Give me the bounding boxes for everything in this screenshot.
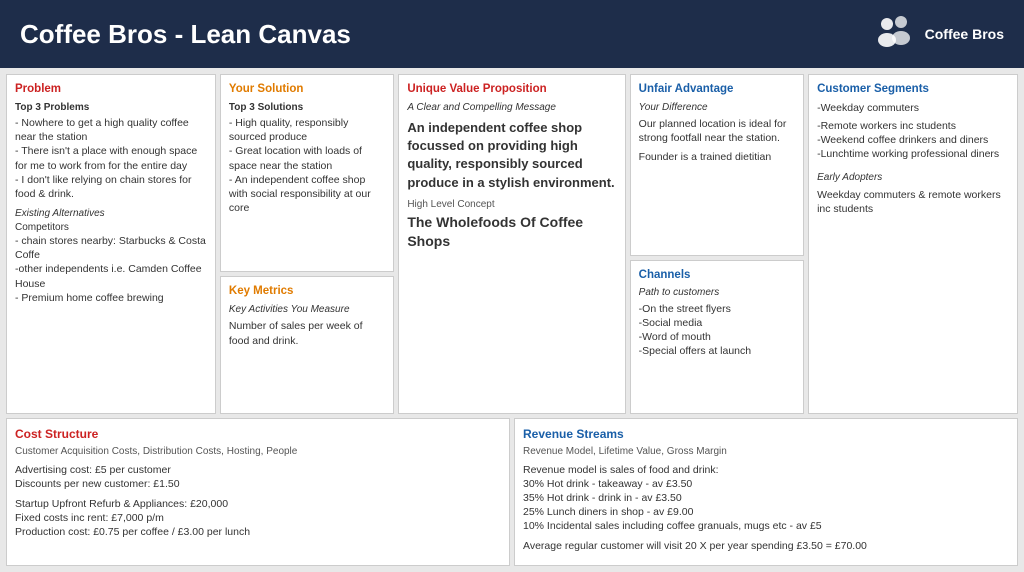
cost-line5: Fixed costs inc rent: £7,000 p/m [15, 511, 501, 525]
logo-text: Coffee Bros [925, 26, 1004, 43]
channels-title: Channels [639, 268, 795, 284]
channels-cell: Channels Path to customers -On the stree… [630, 260, 804, 414]
problem-item-1: - Nowhere to get a high quality coffee n… [15, 116, 207, 144]
uvp-concept-value: The Wholefoods Of Coffee Shops [407, 213, 616, 251]
page-title: Coffee Bros - Lean Canvas [20, 19, 351, 50]
customer-title: Customer Segments [817, 82, 1009, 98]
unfair-subtitle: Your Difference [639, 101, 795, 115]
cost-subtitle: Customer Acquisition Costs, Distribution… [15, 445, 501, 459]
top-section: Problem Top 3 Problems - Nowhere to get … [6, 74, 1018, 414]
unfair-body: Our planned location is ideal for strong… [639, 117, 795, 145]
uvp-big-text: An independent coffee shop focussed on p… [407, 119, 616, 192]
channel-4: -Special offers at launch [639, 344, 795, 358]
revenue-line2: 30% Hot drink - takeaway - av £3.50 [523, 477, 1009, 491]
cost-line6: Production cost: £0.75 per coffee / £3.0… [15, 525, 501, 539]
unfair-title: Unfair Advantage [639, 82, 795, 98]
competitor-3: - Premium home coffee brewing [15, 291, 207, 305]
uvp-title: Unique Value Proposition [407, 82, 616, 98]
uvp-cell: Unique Value Proposition A Clear and Com… [398, 74, 625, 414]
competitors-label: Competitors [15, 221, 207, 235]
channel-3: -Word of mouth [639, 330, 795, 344]
revenue-subtitle: Revenue Model, Lifetime Value, Gross Mar… [523, 445, 1009, 459]
solution-item-1: - High quality, responsibly sourced prod… [229, 116, 385, 144]
metrics-body: Number of sales per week of food and dri… [229, 319, 385, 347]
channel-1: -On the street flyers [639, 302, 795, 316]
cost-title: Cost Structure [15, 426, 501, 442]
cost-line1: Advertising cost: £5 per customer [15, 463, 501, 477]
solution-title: Your Solution [229, 82, 385, 98]
bottom-section: Cost Structure Customer Acquisition Cost… [6, 418, 1018, 566]
problem-item-3: - I don't like relying on chain stores f… [15, 173, 207, 201]
revenue-title: Revenue Streams [523, 426, 1009, 442]
metrics-subtitle: Key Activities You Measure [229, 303, 385, 317]
early-adopters-label: Early Adopters [817, 171, 1009, 185]
problem-title: Problem [15, 82, 207, 98]
customer-item-1: -Weekday commuters [817, 101, 1009, 115]
cost-line2: Discounts per new customer: £1.50 [15, 477, 501, 491]
revenue-line7: Average regular customer will visit 20 X… [523, 539, 1009, 553]
problem-cell: Problem Top 3 Problems - Nowhere to get … [6, 74, 216, 414]
revenue-line3: 35% Hot drink - drink in - av £3.50 [523, 491, 1009, 505]
metrics-title: Key Metrics [229, 284, 385, 300]
channel-2: -Social media [639, 316, 795, 330]
cost-cell: Cost Structure Customer Acquisition Cost… [6, 418, 510, 566]
problem-subtitle: Top 3 Problems [15, 101, 207, 115]
solution-subtitle: Top 3 Solutions [229, 101, 385, 115]
competitor-2: -other independents i.e. Camden Coffee H… [15, 262, 207, 290]
unfair-cell: Unfair Advantage Your Difference Our pla… [630, 74, 804, 256]
customer-item-4: -Lunchtime working professional diners [817, 147, 1009, 161]
existing-label: Existing Alternatives [15, 207, 207, 221]
unfair-extra: Founder is a trained dietitian [639, 150, 795, 164]
page: Coffee Bros - Lean Canvas Coffee Bros Pr… [0, 0, 1024, 572]
revenue-cell: Revenue Streams Revenue Model, Lifetime … [514, 418, 1018, 566]
early-adopters-value: Weekday commuters & remote workers inc s… [817, 188, 1009, 216]
customer-cell: Customer Segments -Weekday commuters -Re… [808, 74, 1018, 414]
unfair-column: Unfair Advantage Your Difference Our pla… [630, 74, 804, 414]
problem-item-2: - There isn't a place with enough space … [15, 144, 207, 172]
logo-icon [873, 12, 917, 56]
canvas-area: Problem Top 3 Problems - Nowhere to get … [0, 68, 1024, 572]
uvp-concept-label: High Level Concept [407, 198, 616, 212]
solution-column: Your Solution Top 3 Solutions - High qua… [220, 74, 394, 414]
solution-item-3: - An independent coffee shop with social… [229, 173, 385, 216]
revenue-line5: 10% Incidental sales including coffee gr… [523, 519, 1009, 533]
solution-item-2: - Great location with loads of space nea… [229, 144, 385, 172]
competitor-1: - chain stores nearby: Starbucks & Costa… [15, 234, 207, 262]
solution-cell: Your Solution Top 3 Solutions - High qua… [220, 74, 394, 272]
cost-line4: Startup Upfront Refurb & Appliances: £20… [15, 497, 501, 511]
channels-subtitle: Path to customers [639, 286, 795, 300]
customer-item-3: -Weekend coffee drinkers and diners [817, 133, 1009, 147]
customer-item-2: -Remote workers inc students [817, 119, 1009, 133]
uvp-subtitle: A Clear and Compelling Message [407, 101, 616, 115]
logo-area: Coffee Bros [873, 12, 1004, 56]
header: Coffee Bros - Lean Canvas Coffee Bros [0, 0, 1024, 68]
revenue-line4: 25% Lunch diners in shop - av £9.00 [523, 505, 1009, 519]
revenue-line1: Revenue model is sales of food and drink… [523, 463, 1009, 477]
metrics-cell: Key Metrics Key Activities You Measure N… [220, 276, 394, 414]
